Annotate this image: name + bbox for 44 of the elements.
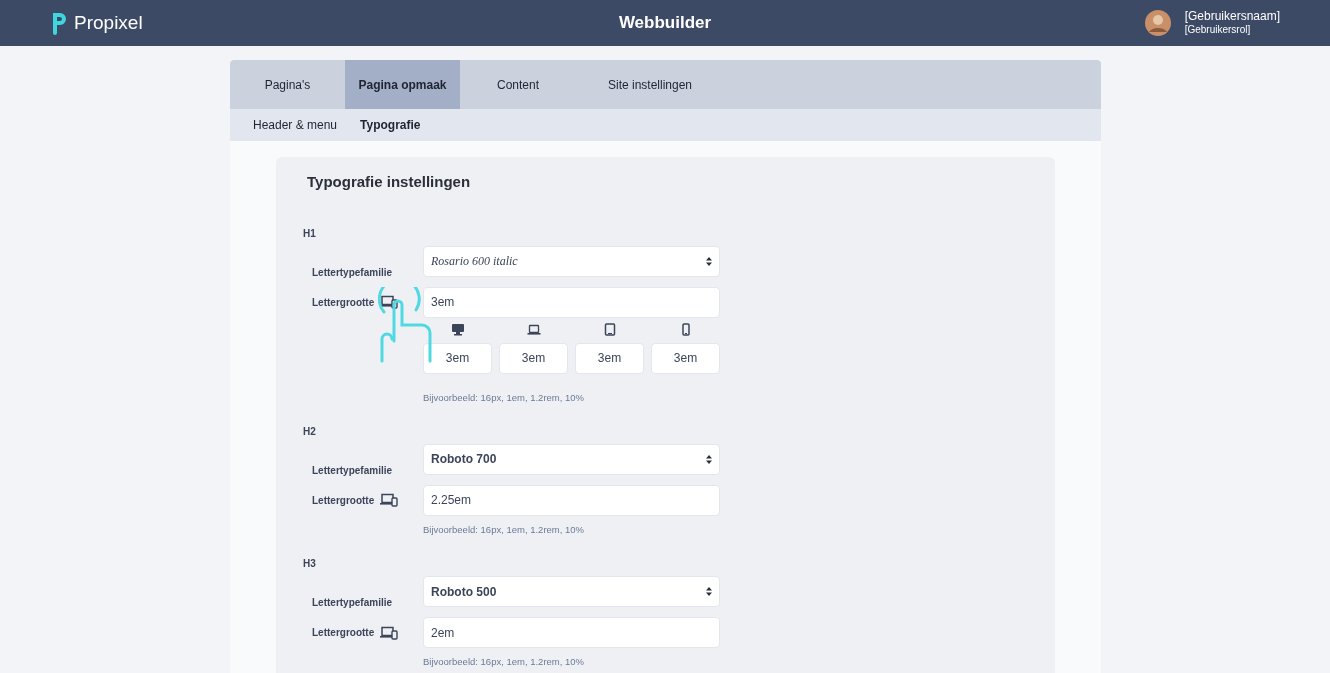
size-input[interactable]: 3em xyxy=(423,342,492,374)
devices-icon[interactable] xyxy=(380,625,399,640)
field-label: Lettergrootte xyxy=(312,493,375,508)
laptop-icon xyxy=(526,322,541,336)
size-input[interactable]: 3em xyxy=(575,342,644,374)
font-size-input[interactable]: 2.25em xyxy=(423,484,720,516)
sort-arrows-icon xyxy=(706,454,712,464)
tab[interactable]: Site instellingen xyxy=(576,60,724,109)
section-heading: H3 xyxy=(303,557,317,571)
sort-arrows-icon xyxy=(706,587,712,596)
field-label: Lettergrootte xyxy=(312,295,375,310)
tab[interactable]: Content xyxy=(460,60,576,109)
field-label: Lettertypefamilie xyxy=(312,463,394,478)
devices-icon[interactable] xyxy=(380,295,399,309)
desktop-icon xyxy=(450,322,465,336)
tab[interactable]: Pagina opmaak xyxy=(345,60,460,109)
user-name: [Gebruikersnaam] xyxy=(1184,9,1280,25)
field-label: Lettertypefamilie xyxy=(312,596,394,610)
app-title: Webbuilder xyxy=(618,12,712,35)
tablet-icon xyxy=(602,322,617,336)
size-input[interactable]: 3em xyxy=(499,342,568,374)
section-heading: H1 xyxy=(303,226,317,241)
user-role: [Gebruikersrol] xyxy=(1184,24,1252,37)
font-family-select[interactable]: Rosario 600 italic xyxy=(423,245,720,277)
sort-arrows-icon xyxy=(706,256,712,266)
font-family-select[interactable]: Roboto 500 xyxy=(423,576,720,607)
brand-name: Propixel xyxy=(74,10,143,35)
hint-text: Bijvoorbeeld: 16px, 1em, 1.2rem, 10% xyxy=(423,655,586,669)
logo-icon xyxy=(50,11,68,35)
devices-icon[interactable] xyxy=(380,493,399,508)
tab[interactable]: Pagina's xyxy=(230,60,345,109)
field-label: Lettertypefamilie xyxy=(312,265,394,280)
subtab[interactable]: Header & menu xyxy=(253,116,338,134)
panel-title: Typografie instellingen xyxy=(307,172,472,192)
subtab[interactable]: Typografie xyxy=(360,116,421,134)
field-label: Lettergrootte xyxy=(312,626,375,640)
avatar[interactable] xyxy=(1144,10,1171,36)
font-size-input[interactable]: 2em xyxy=(423,617,720,648)
hint-text: Bijvoorbeeld: 16px, 1em, 1.2rem, 10% xyxy=(423,390,586,405)
font-family-select[interactable]: Roboto 700 xyxy=(423,443,720,475)
font-size-input[interactable]: 3em xyxy=(423,286,720,318)
hint-text: Bijvoorbeeld: 16px, 1em, 1.2rem, 10% xyxy=(423,522,586,537)
size-input[interactable]: 3em xyxy=(651,342,720,374)
section-heading: H2 xyxy=(303,424,317,439)
